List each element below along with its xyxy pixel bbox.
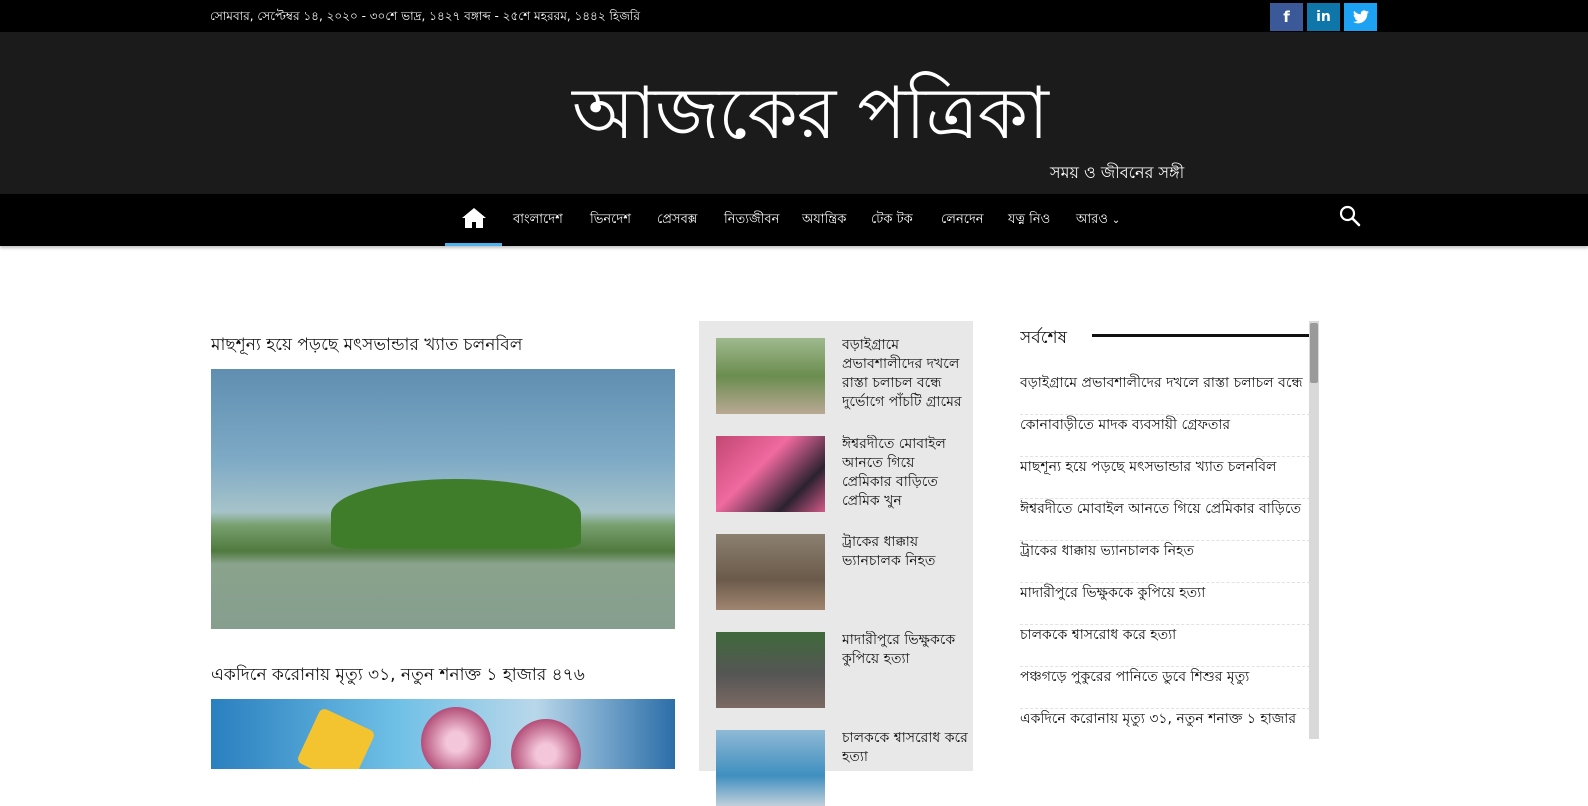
nav-more-label: আরও xyxy=(1076,212,1108,227)
lead-image-chalanbil[interactable] xyxy=(211,369,675,629)
latest-item[interactable]: বড়াইগ্রামে প্রভাবশালীদের দখলে রাস্তা চল… xyxy=(1020,373,1310,415)
news-thumbnail[interactable] xyxy=(716,632,825,708)
latest-item[interactable]: একদিনে করোনায় মৃত্যু ৩১, নতুন শনাক্ত ১ … xyxy=(1020,709,1310,739)
sidebar-scrollbar-thumb[interactable] xyxy=(1310,323,1318,383)
heading-divider xyxy=(1092,334,1314,337)
middle-headline-4[interactable]: মাদারীপুরে ভিক্ষুককে কুপিয়ে হত্যা xyxy=(842,631,968,671)
lead-headline-2[interactable]: একদিনে করোনায় মৃত্যু ৩১, নতুন শনাক্ত ১ … xyxy=(211,663,585,687)
site-tagline: সময় ও জীবনের সঙ্গী xyxy=(1050,163,1185,182)
linkedin-icon[interactable]: in xyxy=(1307,3,1340,31)
latest-item[interactable]: মাদারীপুরে ভিক্ষুককে কুপিয়ে হত্যা xyxy=(1020,583,1310,625)
nav-item-ajantrik[interactable]: অযান্ত্রিক xyxy=(802,210,846,231)
image-virus-shape xyxy=(421,707,491,769)
main-nav: বাংলাদেশ ভিনদেশ প্রেসবক্স নিত্যজীবন অযান… xyxy=(0,194,1588,246)
nav-item-vindesh[interactable]: ভিনদেশ xyxy=(590,210,631,231)
facebook-icon[interactable]: f xyxy=(1270,3,1303,31)
middle-headline-2[interactable]: ঈশ্বরদীতে মোবাইল আনতে গিয়ে প্রেমিকার বা… xyxy=(842,435,968,515)
top-bar: সোমবার, সেপ্টেম্বর ১৪, ২০২০ - ৩০শে ভাদ্র… xyxy=(0,0,1588,32)
masthead: আজকের পত্রিকা সময় ও জীবনের সঙ্গী xyxy=(0,32,1588,194)
search-icon xyxy=(1339,205,1361,227)
nav-item-nityajibon[interactable]: নিত্যজীবন xyxy=(724,210,779,231)
lead-image-coronavirus[interactable] xyxy=(211,699,675,769)
latest-item[interactable]: কোনাবাড়ীতে মাদক ব্যবসায়ী গ্রেফতার xyxy=(1020,415,1310,457)
chevron-down-icon: ⌄ xyxy=(1111,215,1121,226)
nav-item-pressbox[interactable]: প্রেসবক্স xyxy=(657,210,697,231)
nav-item-bangladesh[interactable]: বাংলাদেশ xyxy=(513,210,563,231)
nav-item-more[interactable]: আরও ⌄ xyxy=(1076,210,1120,231)
search-button[interactable] xyxy=(1339,205,1363,229)
lead-headline-1[interactable]: মাছশূন্য হয়ে পড়ছে মৎসভান্ডার খ্যাত চলন… xyxy=(211,333,522,357)
image-tube-shape xyxy=(296,707,376,769)
twitter-icon[interactable] xyxy=(1344,3,1377,31)
home-button[interactable] xyxy=(445,194,502,246)
current-date: সোমবার, সেপ্টেম্বর ১৪, ২০২০ - ৩০শে ভাদ্র… xyxy=(210,9,640,23)
latest-heading: সর্বশেষ xyxy=(1020,328,1067,348)
news-thumbnail[interactable] xyxy=(716,534,825,610)
latest-item[interactable]: ঈশ্বরদীতে মোবাইল আনতে গিয়ে প্রেমিকার বা… xyxy=(1020,499,1310,541)
image-island-shape xyxy=(331,479,581,549)
news-thumbnail[interactable] xyxy=(716,436,825,512)
middle-headline-5[interactable]: চালককে শ্বাসরোধ করে হত্যা xyxy=(842,729,968,769)
nav-item-tech-talk[interactable]: টেক টক xyxy=(871,210,913,231)
sidebar-scrollbar[interactable] xyxy=(1309,321,1319,739)
news-thumbnail[interactable] xyxy=(716,730,825,806)
middle-headline-1[interactable]: বড়াইগ্রামে প্রভাবশালীদের দখলে রাস্তা চল… xyxy=(842,336,968,416)
latest-item[interactable]: ট্রাকের ধাক্কায় ভ্যানচালক নিহত xyxy=(1020,541,1310,583)
middle-headline-3[interactable]: ট্রাকের ধাক্কায় ভ্যানচালক নিহত xyxy=(842,533,968,573)
news-thumbnail[interactable] xyxy=(716,338,825,414)
site-logo[interactable]: আজকের পত্রিকা xyxy=(572,68,1049,158)
nav-item-jotno-nio[interactable]: যত্ন নিও xyxy=(1008,210,1050,231)
image-virus-shape xyxy=(511,719,581,769)
nav-item-lenden[interactable]: লেনদেন xyxy=(941,210,984,231)
home-icon xyxy=(462,208,486,228)
latest-news-sidebar[interactable]: সর্বশেষ বড়াইগ্রামে প্রভাবশালীদের দখলে র… xyxy=(1020,321,1320,739)
latest-item[interactable]: মাছশূন্য হয়ে পড়ছে মৎসভান্ডার খ্যাত চলন… xyxy=(1020,457,1310,499)
latest-item[interactable]: পঞ্চগড়ে পুকুরের পানিতে ডুবে শিশুর মৃত্য… xyxy=(1020,667,1310,709)
latest-item[interactable]: চালককে শ্বাসরোধ করে হত্যা xyxy=(1020,625,1310,667)
